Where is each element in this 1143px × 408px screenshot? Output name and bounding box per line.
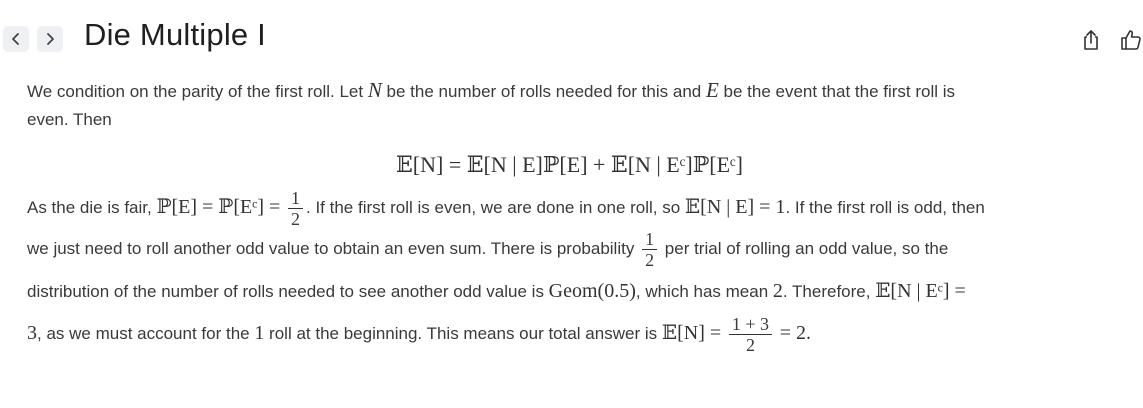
text: . Therefore,: [782, 282, 876, 301]
text: As the die is fair,: [27, 198, 157, 217]
solution-content: We condition on the parity of the first …: [27, 76, 1112, 356]
text: per trial of rolling an odd value, so th…: [660, 239, 949, 258]
math-expect: 𝔼[N] =: [661, 322, 722, 344]
share-icon[interactable]: [1079, 28, 1103, 52]
paragraph-1: We condition on the parity of the first …: [27, 76, 1112, 134]
chevron-right-icon: [47, 33, 54, 45]
math-result: = 2.: [779, 322, 812, 344]
fraction-numerator: 1: [288, 188, 304, 210]
text: . If the first roll is odd, then: [785, 198, 985, 217]
fraction-total: 1 + 32: [728, 314, 773, 356]
math-E: E: [705, 78, 719, 102]
chevron-left-icon: [12, 33, 19, 45]
text: We condition on the parity of the first …: [27, 82, 368, 101]
fraction-denominator: 2: [645, 250, 655, 271]
paragraph-2: As the die is fair, ℙ[E] = ℙ[Eᶜ] = 12. I…: [27, 186, 1112, 356]
fraction-numerator: 1 + 3: [728, 314, 773, 336]
fraction-denominator: 2: [291, 209, 301, 230]
text: . If the first roll is even, we are done…: [306, 198, 685, 217]
math-three: 3: [27, 322, 37, 344]
text: we just need to roll another odd value t…: [27, 239, 640, 258]
text: , as we must account for the: [37, 324, 255, 343]
forward-button[interactable]: [37, 26, 63, 52]
back-button[interactable]: [3, 26, 29, 52]
text: roll at the beginning. This means our to…: [264, 324, 662, 343]
fraction-numerator: 1: [642, 229, 658, 251]
page-title: Die Multiple I: [84, 17, 266, 52]
math-two: 2: [772, 280, 783, 302]
text: distribution of the number of rolls need…: [27, 282, 549, 301]
math-N: N: [367, 78, 382, 102]
fraction-denominator: 2: [745, 335, 755, 356]
math-one: 1: [254, 322, 265, 344]
display-equation: 𝔼[N] = 𝔼[N | E]ℙ[E] + 𝔼[N | Eᶜ]ℙ[Eᶜ]: [396, 152, 743, 177]
text: be the event that the first roll is: [718, 82, 956, 101]
math-prob-eq: ℙ[E] = ℙ[Eᶜ] =: [156, 196, 281, 218]
thumbs-up-icon[interactable]: [1119, 28, 1143, 52]
fraction-half: 12: [642, 229, 658, 271]
header: Die Multiple I: [0, 0, 1143, 78]
math-geom: Geom(0.5): [548, 280, 636, 302]
text: , which has mean: [635, 282, 773, 301]
fraction-half: 12: [288, 188, 304, 230]
math-cond-expect: 𝔼[N | E] = 1: [684, 196, 786, 218]
text: even. Then: [27, 110, 112, 129]
math-cond-expect-c: 𝔼[N | Eᶜ] =: [875, 280, 966, 302]
text: be the number of rolls needed for this a…: [381, 82, 706, 101]
